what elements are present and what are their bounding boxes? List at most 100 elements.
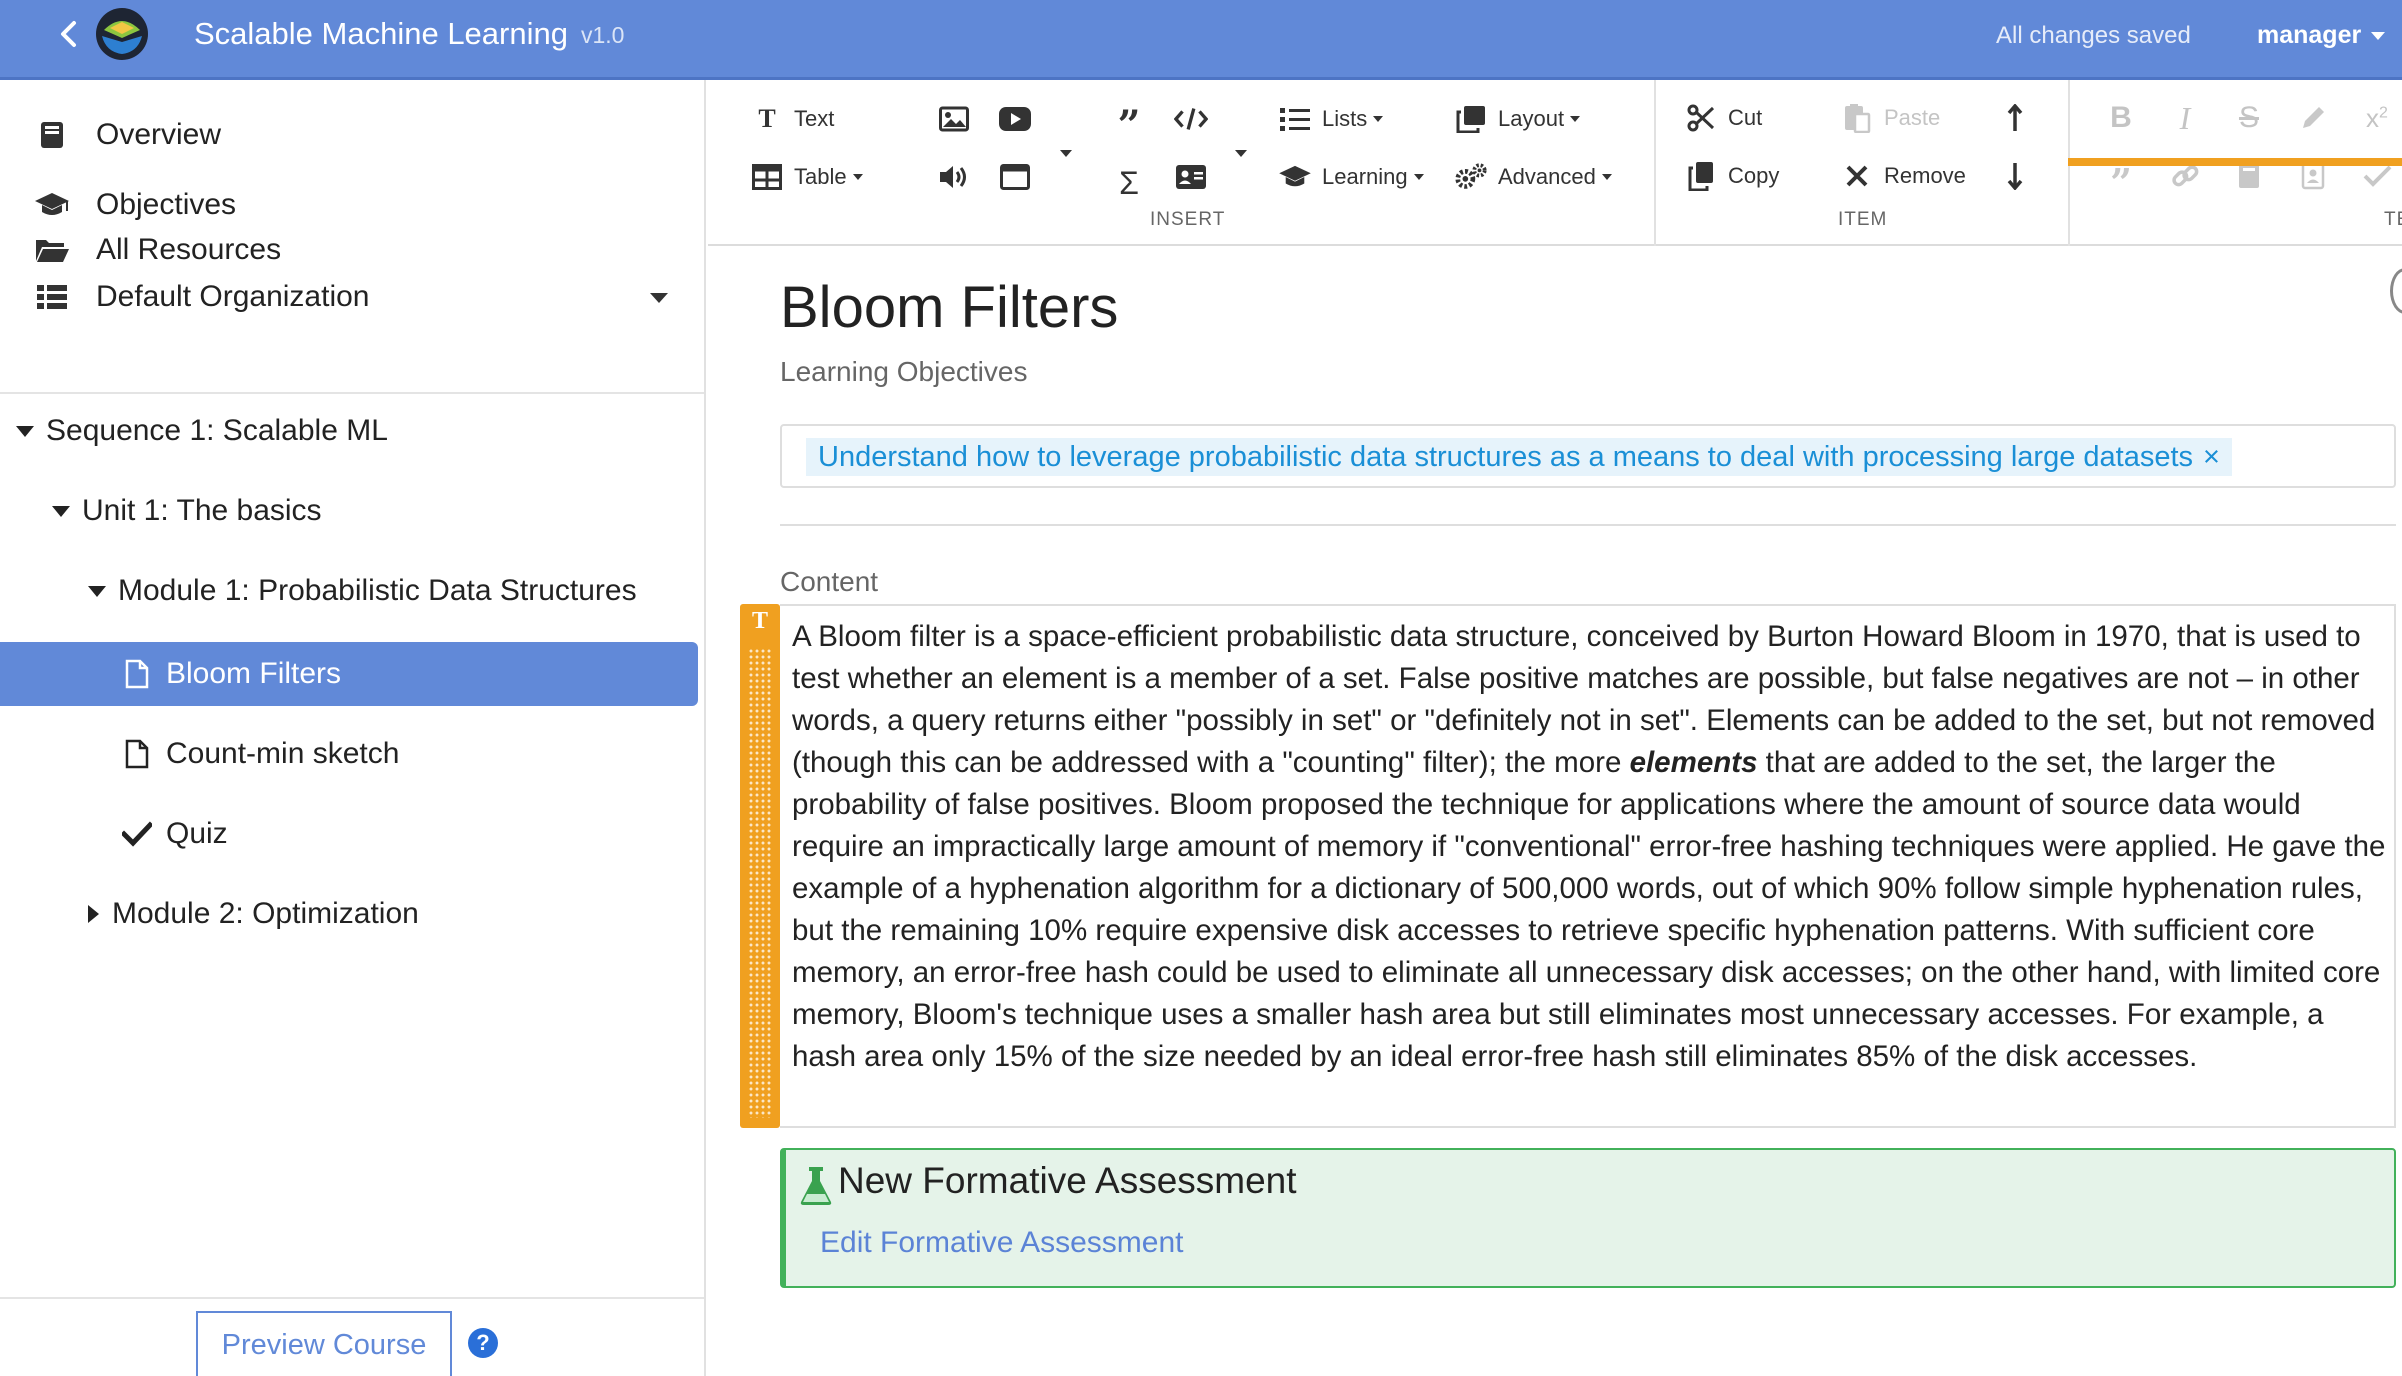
graduation-cap-icon [1278, 160, 1312, 194]
tree-unit-1[interactable]: Unit 1: The basics [52, 479, 322, 543]
nav-default-organization[interactable]: Default Organization [0, 267, 704, 327]
objective-tag[interactable]: Understand how to leverage probabilistic… [806, 438, 2232, 476]
insert-youtube-button[interactable] [998, 95, 1032, 143]
insert-lists-button[interactable]: Lists [1278, 95, 1384, 143]
insert-advanced-button[interactable]: Advanced [1454, 153, 1612, 201]
media-more-caret-icon[interactable] [1060, 150, 1072, 157]
grip-dots-icon [748, 648, 772, 1118]
insert-audio-button[interactable] [937, 153, 971, 201]
caret-down-icon[interactable] [650, 293, 668, 303]
close-icon [1840, 159, 1874, 193]
caret-down-icon [16, 425, 34, 437]
insert-image-button[interactable] [937, 95, 971, 143]
caret-down-icon [52, 505, 70, 517]
move-up-button[interactable] [1998, 94, 2032, 142]
cut-button[interactable]: Cut [1684, 94, 1762, 142]
objectives-input[interactable]: Understand how to leverage probabilistic… [780, 424, 2396, 488]
help-icon[interactable]: ? [468, 1328, 498, 1358]
preview-course-button[interactable]: Preview Course [196, 1311, 452, 1376]
code-more-caret-icon[interactable] [1235, 150, 1247, 157]
text-icon: T [758, 104, 776, 133]
paste-label: Paste [1884, 105, 1941, 130]
insert-learning-button[interactable]: Learning [1278, 153, 1424, 201]
italic-button[interactable]: I [2168, 94, 2202, 142]
caret-down-icon [1601, 174, 1612, 180]
back-button[interactable] [52, 14, 84, 54]
strikethrough-icon: S [2238, 101, 2259, 134]
image-icon [937, 102, 971, 136]
drag-handle[interactable]: T [740, 604, 780, 1128]
bold-button[interactable]: B [2104, 94, 2138, 142]
insert-layout-button[interactable]: Layout [1454, 95, 1581, 143]
tree-quiz[interactable]: Quiz [122, 802, 228, 866]
insert-formula-button[interactable]: Σ [1112, 159, 1146, 207]
course-title: Scalable Machine Learning [194, 16, 568, 51]
remove-label: Remove [1884, 163, 1966, 188]
user-name: manager [2257, 21, 2362, 49]
bold-icon: B [2110, 101, 2132, 134]
content-label: Content [780, 566, 879, 597]
sidebar-footer-divider [0, 1297, 704, 1299]
caret-down-icon [1570, 116, 1581, 122]
text-editor[interactable]: A Bloom filter is a space-efficient prob… [780, 604, 2396, 1128]
insert-learning-label: Learning [1322, 164, 1408, 189]
scissors-icon [1684, 101, 1718, 135]
strikethrough-button[interactable]: S [2232, 94, 2266, 142]
file-icon [122, 737, 152, 771]
list-ul-icon [1278, 102, 1312, 136]
insert-iframe-button[interactable] [998, 153, 1032, 201]
table-icon [750, 160, 784, 194]
caret-down-icon [88, 585, 106, 597]
app-logo [96, 8, 148, 60]
course-version: v1.0 [581, 22, 625, 48]
insert-definition-button[interactable] [1174, 153, 1208, 201]
sidebar: Overview Objectives All Resources Defaul… [0, 80, 706, 1376]
list-icon [34, 279, 70, 315]
insert-layout-label: Layout [1498, 106, 1565, 131]
remove-objective-icon[interactable]: × [2203, 441, 2220, 474]
formative-assessment-block[interactable]: New Formative Assessment Edit Formative … [780, 1148, 2396, 1288]
save-status: All changes saved [1996, 22, 2191, 49]
text-content-block[interactable]: T A Bloom filter is a space-efficient pr… [740, 604, 2396, 1128]
tree-sequence-1[interactable]: Sequence 1: Scalable ML [16, 399, 388, 463]
cogs-icon [1454, 160, 1488, 194]
insert-table-button[interactable]: Table [750, 153, 863, 201]
quote-icon: ” [1117, 102, 1141, 149]
tree-label: Unit 1: The basics [82, 494, 322, 527]
tree-label: Bloom Filters [166, 657, 342, 690]
sidebar-divider [0, 392, 704, 394]
user-menu[interactable]: manager [2257, 18, 2386, 52]
tree-page-count-min-sketch[interactable]: Count-min sketch [122, 722, 399, 786]
edit-assessment-link[interactable]: Edit Formative Assessment [820, 1226, 1183, 1260]
flask-icon [800, 1167, 832, 1205]
youtube-icon [998, 102, 1032, 136]
caret-down-icon [852, 174, 863, 180]
page-title[interactable]: Bloom Filters [780, 274, 1118, 341]
arrow-up-icon [1998, 101, 2032, 135]
tree-module-2[interactable]: Module 2: Optimization [88, 882, 419, 946]
insert-quote-button[interactable]: ” [1112, 95, 1146, 149]
paragraph-text-continued: that are added to the set, the larger th… [792, 746, 2386, 1073]
tree-module-1[interactable]: Module 1: Probabilistic Data Structures [88, 559, 637, 623]
caret-down-icon [2371, 32, 2386, 41]
italic-icon: I [2179, 99, 2191, 136]
insert-text-button[interactable]: T Text [750, 95, 834, 143]
highlight-button[interactable] [2296, 94, 2330, 142]
copy-button[interactable]: Copy [1684, 152, 1779, 200]
section-divider [780, 524, 2396, 526]
superscript-button[interactable]: x2 [2360, 94, 2394, 142]
paste-button[interactable]: Paste [1840, 94, 1940, 142]
insert-text-label: Text [794, 106, 835, 131]
assessment-title: New Formative Assessment [838, 1160, 1297, 1201]
remove-button[interactable]: Remove [1840, 152, 1966, 200]
insert-code-button[interactable] [1174, 95, 1208, 143]
emphasized-text: elements [1629, 746, 1758, 779]
nav-overview[interactable]: Overview [0, 105, 704, 165]
move-down-button[interactable] [1998, 152, 2032, 200]
tree-page-bloom-filters[interactable]: Bloom Filters [0, 642, 698, 706]
file-icon [122, 657, 152, 691]
caret-down-icon [1413, 174, 1424, 180]
objective-tag-label: Understand how to leverage probabilistic… [818, 440, 2194, 473]
copy-label: Copy [1728, 163, 1780, 188]
window-icon [998, 160, 1032, 194]
